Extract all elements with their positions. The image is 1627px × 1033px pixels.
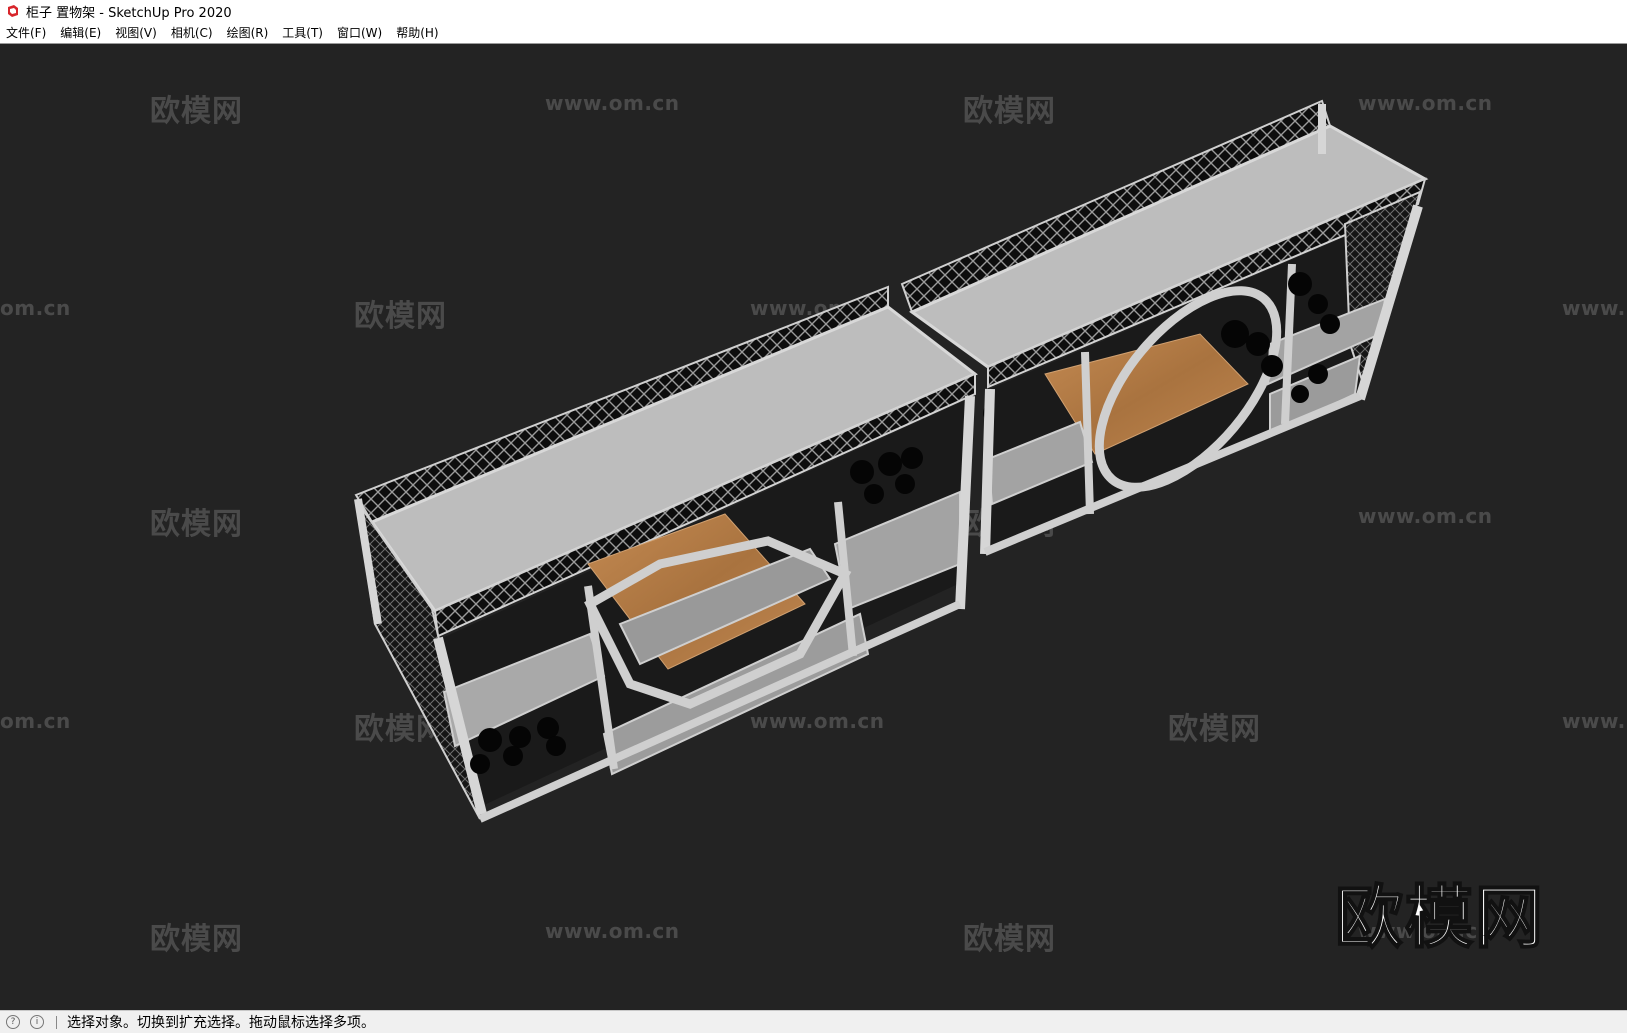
menu-edit[interactable]: 编辑(E): [53, 24, 108, 41]
menu-camera[interactable]: 相机(C): [164, 24, 220, 41]
right-cabinet: [900, 99, 1429, 556]
left-cabinet: [354, 285, 1041, 823]
menu-draw[interactable]: 绘图(R): [220, 24, 276, 41]
title-bar: 柜子 置物架 - SketchUp Pro 2020: [0, 0, 1627, 22]
brand-logo-watermark: 欧模网: [1334, 878, 1546, 959]
sketchup-logo-icon: [6, 4, 20, 18]
model-viewport[interactable]: 欧模网 www.om.cn 欧模网 www.om.cn om.cn 欧模网 ww…: [0, 43, 1627, 1010]
info-icon[interactable]: i: [30, 1015, 44, 1029]
menu-help[interactable]: 帮助(H): [389, 24, 445, 41]
menu-bar: 文件(F) 编辑(E) 视图(V) 相机(C) 绘图(R) 工具(T) 窗口(W…: [0, 22, 1627, 43]
menu-view[interactable]: 视图(V): [108, 24, 164, 41]
window-title: 柜子 置物架 - SketchUp Pro 2020: [26, 5, 232, 21]
location-icon[interactable]: ?: [6, 1015, 20, 1029]
status-divider: [56, 1015, 57, 1029]
menu-tools[interactable]: 工具(T): [275, 24, 330, 41]
status-bar: ? i 选择对象。切换到扩充选择。拖动鼠标选择多项。: [0, 1010, 1627, 1033]
menu-window[interactable]: 窗口(W): [330, 24, 389, 41]
menu-file[interactable]: 文件(F): [0, 24, 53, 41]
status-message: 选择对象。切换到扩充选择。拖动鼠标选择多项。: [67, 1015, 375, 1031]
